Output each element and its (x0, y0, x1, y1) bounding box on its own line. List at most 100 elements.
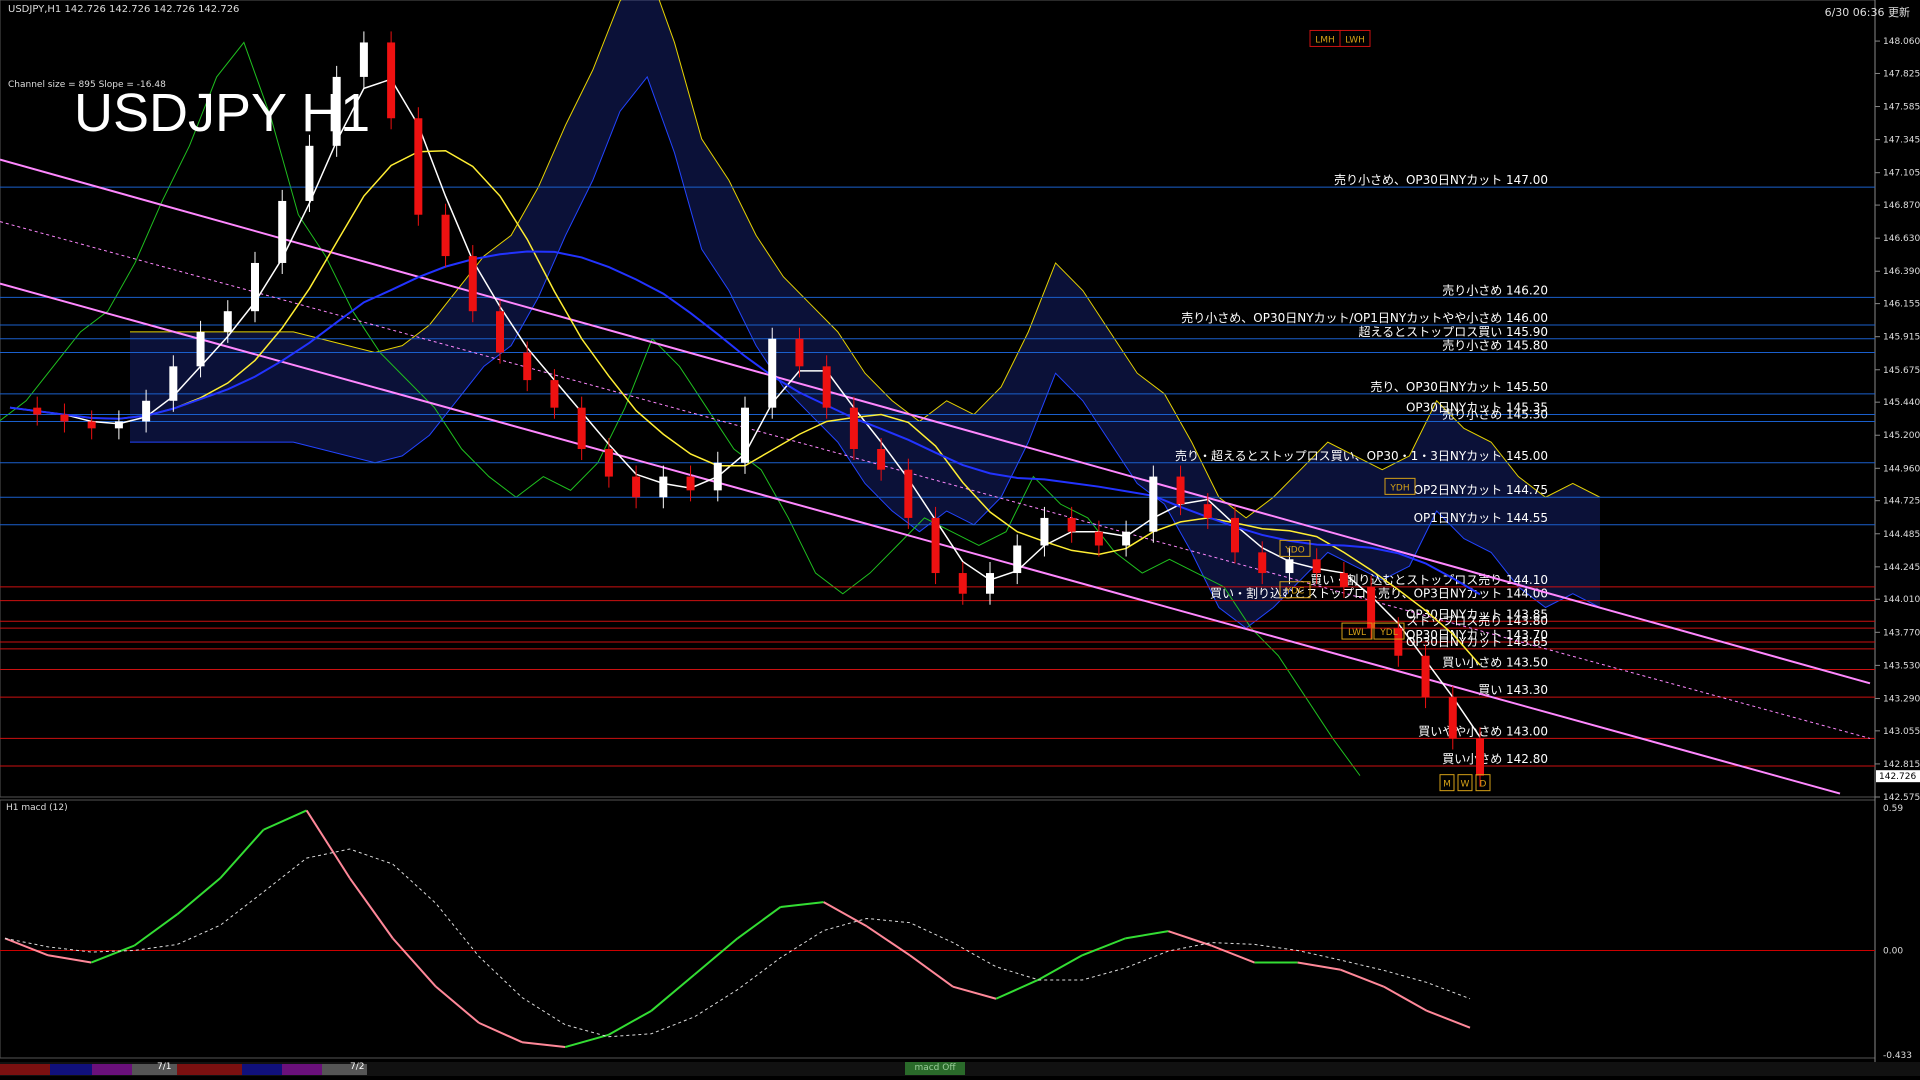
candle-body (142, 400, 151, 422)
macd-segment (133, 913, 178, 947)
level-label: 買いやや小さめ 143.00 (1418, 724, 1548, 738)
candle-body (577, 407, 586, 450)
macd-segment (90, 944, 135, 964)
candle-body (1203, 504, 1212, 518)
candle-body (713, 462, 722, 491)
price-tick-label: 147.345 (1883, 136, 1920, 146)
macd-label: H1 macd (12) (6, 803, 68, 813)
price-tick-label: 146.390 (1883, 267, 1920, 277)
price-tick-label: 147.825 (1883, 69, 1920, 79)
price-tick-label: 143.530 (1883, 661, 1920, 671)
tag-label: LWL (1348, 628, 1366, 638)
candle-body (795, 338, 804, 367)
price-tick-label: 144.010 (1883, 595, 1920, 605)
macd-subwindow: 0.590.00-0.433210000 (0, 804, 1914, 1076)
price-tick-label: 142.815 (1883, 760, 1920, 770)
candle-body (958, 573, 967, 594)
price-tick-label: 144.960 (1883, 464, 1920, 474)
candle-body (931, 517, 940, 574)
macd-segment (478, 1021, 523, 1044)
macd-segment (1340, 968, 1385, 988)
tag-label: LMH (1315, 35, 1335, 45)
macd-segment (995, 978, 1040, 1000)
macd-segment (521, 1041, 566, 1049)
tag-label: D (1480, 780, 1487, 790)
level-label: 売り小さめ 145.30 (1442, 406, 1548, 421)
candle-body (686, 476, 695, 491)
macd-segment (823, 901, 868, 928)
macd-segment (952, 985, 997, 1000)
level-label: 売り小さめ、OP30日NYカット/OP1日NYカットやや小さめ 146.00 (1181, 310, 1548, 325)
macd-segment (909, 954, 954, 988)
macd-segment (392, 937, 437, 988)
session-segment (0, 1064, 50, 1075)
date-label-1: 7/1 (157, 1062, 172, 1072)
macd-segment (607, 1009, 652, 1036)
candle-body (359, 42, 368, 77)
macd-segment (47, 954, 92, 964)
macd-segment (176, 877, 222, 916)
level-label: ストップロス売り 143.80 (1406, 613, 1548, 628)
macd-segment (1211, 944, 1255, 964)
macd-tick-label: 0.00 (1883, 946, 1903, 956)
candle-body (822, 366, 831, 408)
candle-body (741, 407, 749, 463)
level-label: 買い小さめ 143.50 (1442, 656, 1548, 670)
level-label: 買い 143.30 (1478, 683, 1548, 697)
candle-body (1421, 655, 1430, 698)
candle-body (1122, 531, 1131, 546)
macd-segment (736, 906, 782, 940)
price-tick-label: 147.585 (1883, 103, 1920, 113)
price-tick-label: 142.575 (1883, 793, 1920, 803)
macd-segment (435, 985, 480, 1024)
symbol-info: USDJPY,H1 142.726 142.726 142.726 142.72… (8, 4, 240, 15)
level-label: 売り小さめ、OP30日NYカット 147.00 (1334, 172, 1548, 187)
candle-body (1231, 517, 1239, 553)
candle-body (659, 476, 668, 498)
macd-segment (693, 937, 739, 976)
tag-label: YDO (1284, 545, 1305, 555)
macd-toggle-button[interactable]: macd Off (905, 1062, 965, 1075)
candle-body (305, 145, 314, 201)
level-label: 売り小さめ 146.20 (1442, 282, 1548, 297)
level-label: 売り・超えるとストップロス買い、OP30・1・3日NYカット 145.00 (1175, 448, 1548, 463)
macd-segment (4, 937, 49, 957)
price-tick-label: 145.675 (1883, 366, 1920, 376)
macd-segment (780, 901, 824, 908)
level-label: 売り、OP30日NYカット 145.50 (1370, 379, 1548, 394)
candle-body (1013, 545, 1022, 574)
candle-body (223, 311, 232, 332)
price-tick-label: 143.055 (1883, 727, 1920, 737)
candle-body (1094, 531, 1103, 546)
level-label: 買い小さめ 142.80 (1442, 752, 1548, 766)
price-tick-label: 143.290 (1883, 694, 1920, 704)
tag-label: YDL (1379, 628, 1397, 638)
candle-body (278, 200, 287, 263)
session-segment (282, 1064, 322, 1075)
candle-body (33, 407, 42, 415)
tag-label: YDH (1389, 483, 1409, 493)
session-segment (50, 1064, 92, 1075)
candle-body (1339, 573, 1348, 587)
candle-body (1149, 476, 1158, 532)
tag-label: YDC (1285, 587, 1305, 597)
candle-body (251, 262, 259, 312)
price-tick-label: 146.870 (1883, 201, 1920, 211)
price-axis: 148.060 147.825 147.585 147.345 147.105 146.8… (1875, 37, 1920, 803)
candle-body (550, 380, 559, 408)
level-label: OP30日NYカット 143.65 (1406, 635, 1548, 649)
candle-body (877, 449, 886, 470)
candle-body (196, 331, 205, 367)
candle-body (904, 469, 913, 518)
candle-body (169, 366, 178, 401)
macd-segment (348, 877, 394, 939)
candle-body (1285, 559, 1294, 574)
macd-segment (1168, 930, 1212, 947)
candle-body (1258, 552, 1267, 574)
macd-segment (263, 809, 308, 831)
level-label: OP2日NYカット 144.75 (1414, 483, 1548, 497)
price-tick-label: 144.725 (1883, 497, 1920, 507)
candle-body (1176, 476, 1185, 505)
macd-segment (1297, 961, 1341, 971)
price-tick-label: 144.245 (1883, 563, 1920, 573)
